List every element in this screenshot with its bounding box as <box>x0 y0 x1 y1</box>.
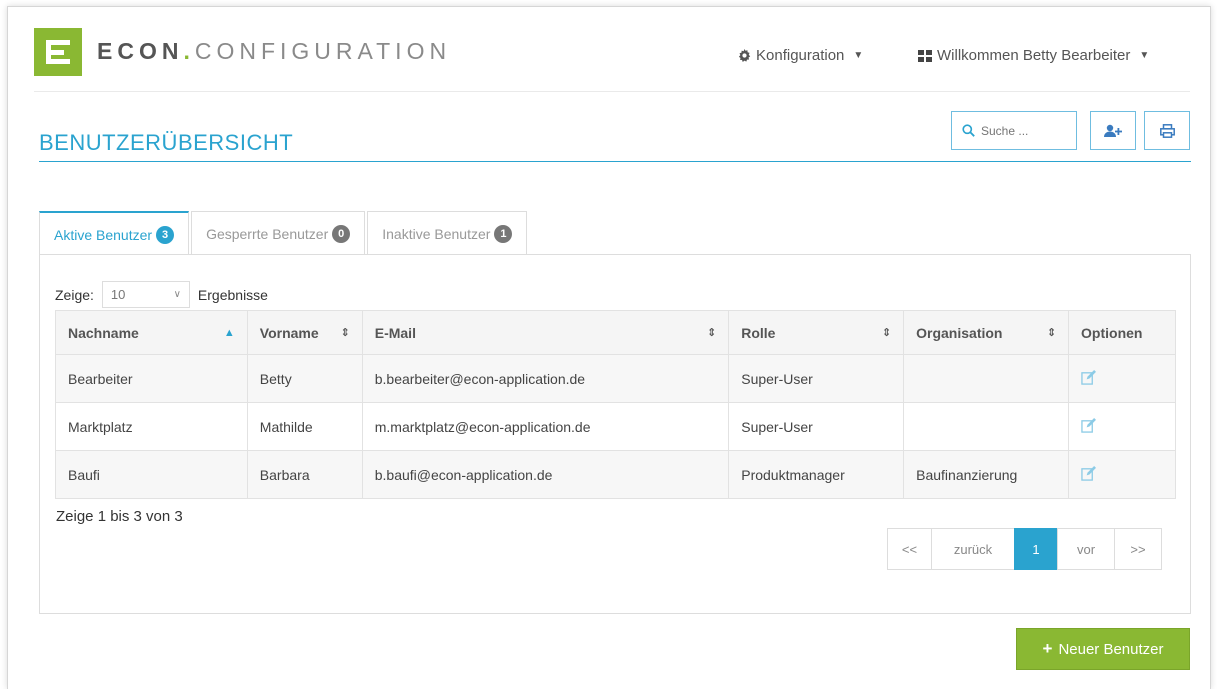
cell-lastname: Bearbeiter <box>55 354 248 403</box>
length-prefix: Zeige: <box>55 286 94 303</box>
column-header-organisation[interactable]: Organisation ⇕ <box>903 310 1070 355</box>
cell-email: b.bearbeiter@econ-application.de <box>361 354 730 403</box>
header-divider <box>34 91 1190 92</box>
new-user-label: Neuer Benutzer <box>1058 640 1164 658</box>
cell-email: b.baufi@econ-application.de <box>361 450 730 499</box>
edit-icon[interactable] <box>1081 417 1097 433</box>
configuration-label: Konfiguration <box>756 47 845 64</box>
print-icon <box>1159 123 1175 138</box>
count-badge: 1 <box>494 224 513 243</box>
column-header-options: Optionen <box>1068 310 1176 355</box>
table-row: Baufi Barbara b.baufi@econ-application.d… <box>55 450 1176 499</box>
plus-icon: + <box>1042 639 1053 658</box>
tab-inactive-users[interactable]: Inaktive Benutzer 1 <box>367 211 528 255</box>
cell-lastname: Marktplatz <box>55 402 248 451</box>
cell-role: Super-User <box>728 402 905 451</box>
users-table: Nachname ▲ Vorname ⇕ E-Mail ⇕ Rolle ⇕ Organi… <box>55 310 1176 499</box>
header-label: E-Mail <box>374 324 416 341</box>
length-suffix: Ergebnisse <box>197 286 268 303</box>
search-field[interactable] <box>951 111 1077 150</box>
brand-logo <box>34 28 82 76</box>
tab-label: Aktive Benutzer <box>54 226 153 243</box>
search-icon <box>962 124 975 137</box>
cell-options <box>1068 402 1176 451</box>
tab-locked-users[interactable]: Gesperrte Benutzer 0 <box>191 211 366 255</box>
current-page-button[interactable]: 1 <box>1014 528 1058 570</box>
welcome-label: Willkommen Betty Bearbeiter <box>937 47 1131 64</box>
column-header-role[interactable]: Rolle ⇕ <box>728 310 905 355</box>
page-length-control: Zeige: 10 ∨ Ergebnisse <box>55 281 268 308</box>
cell-options <box>1068 450 1176 499</box>
cell-options <box>1068 354 1176 403</box>
column-header-lastname[interactable]: Nachname ▲ <box>55 310 248 355</box>
brand-dot: . <box>183 38 195 64</box>
tab-label: Inaktive Benutzer <box>382 225 491 242</box>
cell-role: Produktmanager <box>728 450 905 499</box>
print-button[interactable] <box>1144 111 1190 150</box>
cell-organisation: Baufinanzierung <box>903 450 1070 499</box>
cell-organisation <box>903 402 1070 451</box>
caret-down-icon: ▼ <box>853 50 864 61</box>
cell-organisation <box>903 354 1070 403</box>
table-header-row: Nachname ▲ Vorname ⇕ E-Mail ⇕ Rolle ⇕ Organi… <box>55 310 1176 355</box>
cell-firstname: Barbara <box>246 450 363 499</box>
cell-lastname: Baufi <box>55 450 248 499</box>
brand-part1: ECON <box>97 38 184 64</box>
caret-down-icon: ▼ <box>1139 50 1150 61</box>
edit-icon[interactable] <box>1081 465 1097 481</box>
sort-icon: ⇕ <box>340 327 350 339</box>
table-row: Marktplatz Mathilde m.marktplatz@econ-ap… <box>55 402 1176 451</box>
pagination: << zurück 1 vor >> <box>887 528 1162 570</box>
chevron-down-icon: ∨ <box>173 289 181 300</box>
sort-icon: ⇕ <box>1046 327 1057 339</box>
page-length-select[interactable]: 10 ∨ <box>101 281 190 308</box>
sort-asc-icon: ▲ <box>223 326 235 339</box>
tab-active-users[interactable]: Aktive Benutzer 3 <box>39 211 190 256</box>
sort-icon: ⇕ <box>707 327 717 339</box>
page-length-value: 10 <box>110 287 126 302</box>
edit-icon[interactable] <box>1081 369 1097 385</box>
cell-firstname: Betty <box>246 354 363 403</box>
header-label: Vorname <box>259 324 319 341</box>
next-page-button[interactable]: vor <box>1057 528 1115 570</box>
column-header-firstname[interactable]: Vorname ⇕ <box>246 310 363 355</box>
results-summary: Zeige 1 bis 3 von 3 <box>56 508 183 525</box>
title-divider <box>39 161 1191 162</box>
brand-name: ECON.CONFIGURATION <box>97 38 451 65</box>
gear-icon <box>738 49 751 62</box>
user-tabs: Aktive Benutzer 3 Gesperrte Benutzer 0 I… <box>39 211 529 256</box>
configuration-menu[interactable]: Konfiguration ▼ <box>738 47 863 64</box>
first-page-button[interactable]: << <box>887 528 932 570</box>
brand-part2: CONFIGURATION <box>194 38 452 64</box>
add-user-icon <box>1104 124 1122 137</box>
header-label: Rolle <box>741 324 776 341</box>
column-header-email[interactable]: E-Mail ⇕ <box>361 310 730 355</box>
table-row: Bearbeiter Betty b.bearbeiter@econ-appli… <box>55 354 1176 403</box>
header-label: Organisation <box>916 324 1003 341</box>
cell-role: Super-User <box>728 354 905 403</box>
previous-page-button[interactable]: zurück <box>931 528 1015 570</box>
count-badge: 3 <box>156 225 175 244</box>
sort-icon: ⇕ <box>881 327 892 339</box>
cell-firstname: Mathilde <box>246 402 363 451</box>
search-input[interactable] <box>981 123 1061 138</box>
new-user-button[interactable]: + Neuer Benutzer <box>1016 628 1190 670</box>
cell-email: m.marktplatz@econ-application.de <box>361 402 730 451</box>
add-user-button[interactable] <box>1090 111 1136 150</box>
header-label: Nachname <box>68 324 139 341</box>
grid-icon <box>918 49 932 62</box>
user-menu[interactable]: Willkommen Betty Bearbeiter ▼ <box>918 47 1149 64</box>
count-badge: 0 <box>332 224 351 243</box>
tab-label: Gesperrte Benutzer <box>206 225 329 242</box>
page-title: BENUTZERÜBERSICHT <box>39 130 294 155</box>
header-label: Optionen <box>1081 324 1143 341</box>
last-page-button[interactable]: >> <box>1114 528 1162 570</box>
logo-e-icon <box>46 40 70 64</box>
